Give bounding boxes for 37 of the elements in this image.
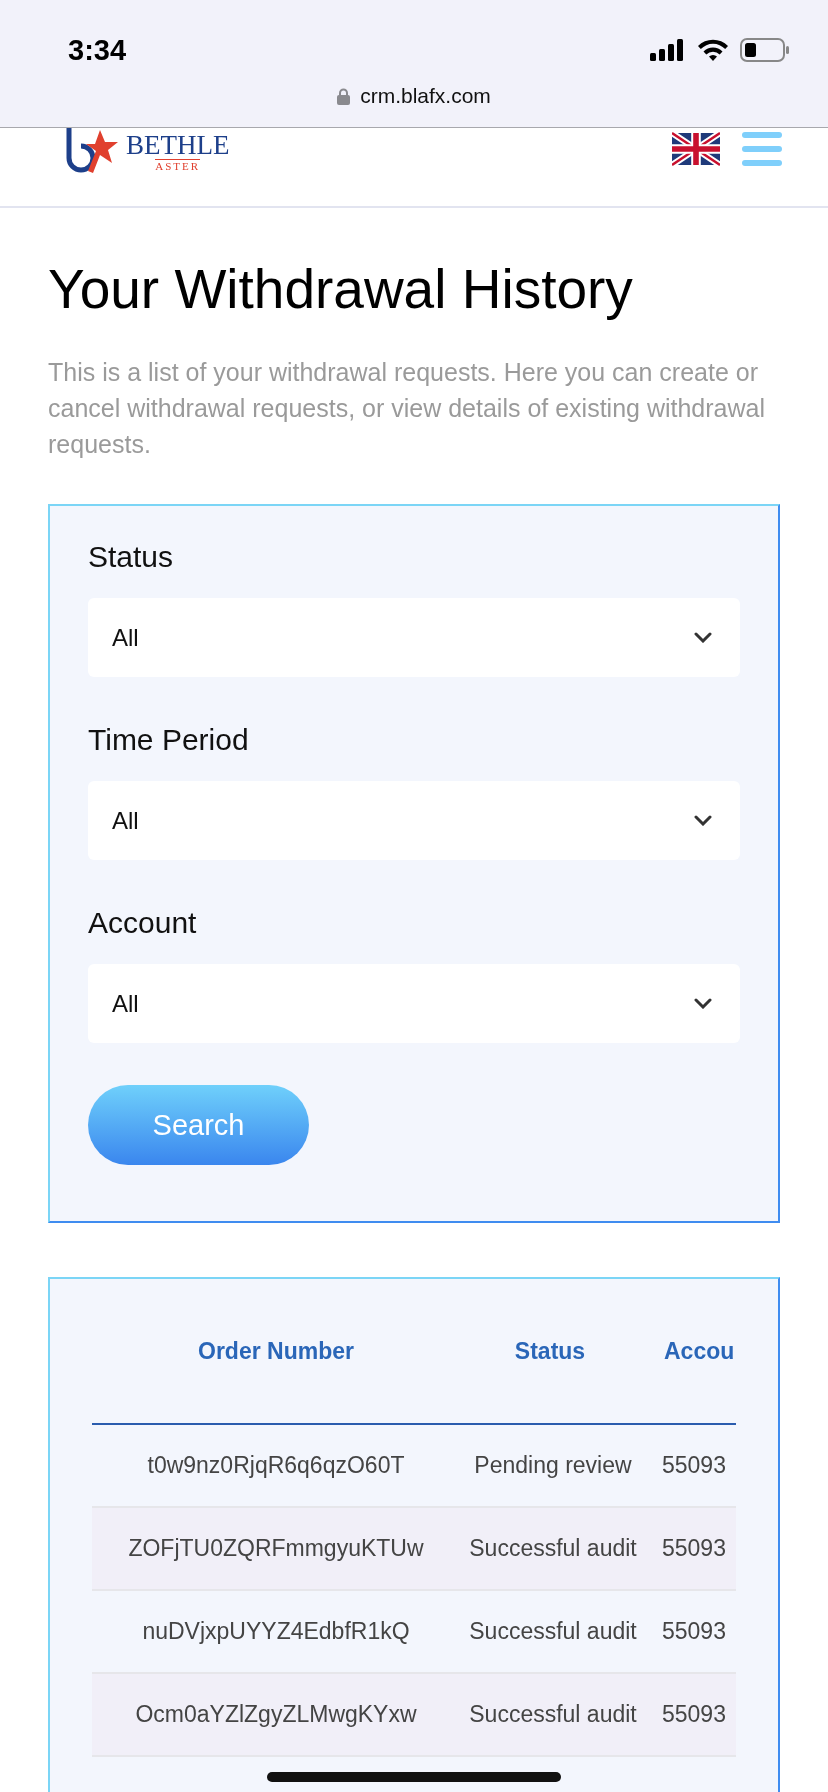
logo-text: BETHLE [126, 132, 230, 159]
filter-dropdown[interactable]: All [88, 781, 740, 860]
filter-dropdown[interactable]: All [88, 598, 740, 677]
table-cell-text: 55093 [661, 1618, 727, 1645]
wifi-icon [698, 39, 728, 61]
filter-dropdown[interactable]: All [88, 964, 740, 1043]
column-header[interactable]: Order Number [92, 1337, 460, 1365]
table-cell-text: Ocm0aYZlZgyZLMwgKYxw [134, 1701, 418, 1728]
filter-label: Status [88, 540, 175, 574]
table-cell-text: t0w9nz0RjqR6q6qzO60T [146, 1452, 406, 1479]
chevron-icon [694, 632, 712, 643]
table-cell-text: Successful audit [468, 1535, 638, 1562]
chevron-icon [694, 815, 712, 826]
signal-icon [650, 39, 686, 61]
table-row[interactable]: ZOFjTU0ZQRFmmgyuKTUw Successful audit 55093 [92, 1508, 736, 1591]
battery-icon [740, 38, 790, 62]
table-cell-text: Pending review [473, 1452, 633, 1479]
table-cell-text: Successful audit [468, 1701, 638, 1728]
lock-icon [337, 87, 351, 105]
flag-icon[interactable] [672, 132, 720, 166]
chevron-icon [694, 998, 712, 1009]
table-cell-text: 55093 [661, 1701, 727, 1728]
logo-subtext: ASTER [155, 159, 201, 172]
page-title: Your Withdrawal History [48, 257, 634, 322]
clock-time: 3:34 [68, 33, 127, 67]
table-cell-text: Successful audit [468, 1618, 638, 1645]
table-cell-text: 55093 [661, 1535, 727, 1562]
table-cell-text: nuDVjxpUYYZ4EdbfR1kQ [141, 1618, 411, 1645]
filter-label: Account [88, 906, 198, 940]
url-text[interactable]: crm.blafx.com [360, 84, 491, 108]
column-header[interactable]: Accou [640, 1337, 736, 1365]
table-cell-text: 55093 [661, 1452, 727, 1479]
column-header[interactable]: Status [460, 1337, 640, 1365]
table-row[interactable]: Ocm0aYZlZgyZLMwgKYxw Successful audit 55093 [92, 1674, 736, 1757]
filter-label: Time Period [88, 723, 250, 757]
page-description: This is a list of your withdrawal requests. Here you can create or cancel withdrawal requests, or view details of existing withdrawal requests. [48, 357, 766, 460]
table-cell-text: ZOFjTU0ZQRFmmgyuKTUw [127, 1535, 425, 1562]
